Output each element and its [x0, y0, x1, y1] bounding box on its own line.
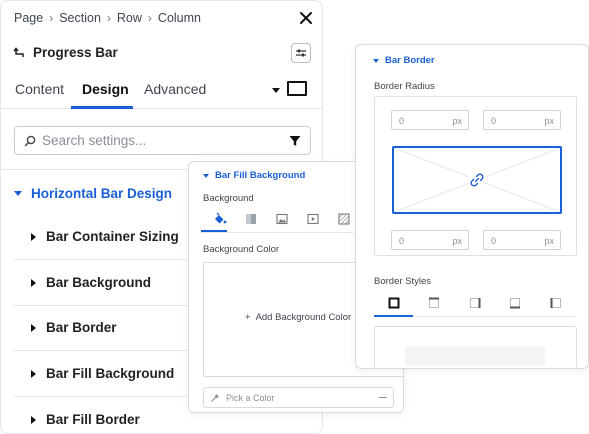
accordion-item-label: Bar Background: [46, 275, 152, 290]
caret-right-icon: [31, 233, 36, 241]
tab-content[interactable]: Content: [15, 81, 64, 97]
accordion-item-label: Bar Border: [46, 320, 117, 335]
search-icon: [24, 135, 36, 146]
bar-border-header[interactable]: Bar Border: [373, 55, 435, 66]
caret-right-icon: [31, 324, 36, 332]
background-color-label: Background Color: [203, 244, 280, 255]
caret-down-icon: [14, 191, 22, 196]
breadcrumb-column[interactable]: Column: [158, 11, 201, 25]
module-title-row: Progress Bar: [13, 45, 118, 60]
section-title: Horizontal Bar Design: [31, 186, 173, 201]
breadcrumb: Page › Section › Row › Column: [14, 11, 201, 25]
radius-bottom-left-input[interactable]: 0 px: [391, 230, 469, 250]
divider: [201, 232, 353, 233]
radius-bottom-right-input[interactable]: 0 px: [483, 230, 561, 250]
pick-color-field[interactable]: Pick a Color: [203, 387, 394, 408]
module-title: Progress Bar: [33, 45, 118, 60]
eyedropper-icon[interactable]: [210, 393, 220, 403]
adjust-settings-button[interactable]: [291, 43, 311, 63]
breadcrumb-section[interactable]: Section: [59, 11, 101, 25]
radius-top-right-input[interactable]: 0 px: [483, 110, 561, 130]
radius-value: 0: [491, 236, 497, 246]
accordion-item-label: Bar Container Sizing: [46, 229, 179, 244]
settings-tabs: Content Design Advanced: [1, 73, 322, 109]
radius-value: 0: [491, 116, 497, 126]
tab-design[interactable]: Design: [82, 81, 129, 97]
desktop-view-icon[interactable]: [287, 81, 307, 96]
pick-color-input[interactable]: Pick a Color: [226, 393, 275, 403]
caret-down-icon[interactable]: [272, 88, 280, 93]
close-icon[interactable]: [298, 10, 314, 26]
radius-unit: px: [452, 116, 462, 126]
chevron-right-icon: ›: [147, 11, 152, 25]
border-styles-label: Border Styles: [374, 276, 432, 287]
panel-title: Bar Border: [385, 55, 435, 66]
plus-icon: +: [245, 312, 251, 323]
panel-title: Bar Fill Background: [215, 170, 306, 181]
radius-top-left-input[interactable]: 0 px: [391, 110, 469, 130]
bar-fill-background-header[interactable]: Bar Fill Background: [203, 170, 305, 181]
caret-right-icon: [31, 416, 36, 424]
accordion-item-label: Bar Fill Border: [46, 412, 140, 427]
tab-advanced[interactable]: Advanced: [144, 81, 206, 97]
active-tab-indicator: [71, 106, 133, 109]
back-arrow-icon[interactable]: [13, 46, 25, 59]
filter-icon[interactable]: [289, 135, 301, 147]
radius-value: 0: [399, 236, 405, 246]
border-style-placeholder: [405, 346, 545, 366]
caret-down-icon: [373, 58, 379, 63]
paint-bucket-icon[interactable]: [213, 212, 227, 226]
all-sides-icon[interactable]: [388, 297, 400, 309]
left-side-icon[interactable]: [550, 297, 562, 309]
border-radius-control: 0 px 0 px 0 px 0 px: [374, 96, 577, 256]
bar-border-panel: Bar Border Border Radius 0 px 0 px 0 px: [355, 44, 589, 369]
radius-unit: px: [452, 236, 462, 246]
breadcrumb-page[interactable]: Page: [14, 11, 43, 25]
top-side-icon[interactable]: [428, 297, 440, 309]
caret-down-icon: [203, 173, 209, 178]
right-side-icon[interactable]: [469, 297, 481, 309]
bottom-side-icon[interactable]: [509, 297, 521, 309]
search-input[interactable]: Search settings...: [42, 133, 146, 148]
radius-link-box: [392, 146, 562, 214]
caret-right-icon: [31, 370, 36, 378]
radius-unit: px: [544, 236, 554, 246]
border-style-side-tabs: [374, 293, 575, 317]
background-label: Background: [203, 193, 254, 204]
chevron-right-icon: ›: [106, 11, 111, 25]
video-icon[interactable]: [306, 212, 320, 226]
minus-icon[interactable]: [379, 397, 387, 398]
chevron-right-icon: ›: [49, 11, 54, 25]
gradient-icon[interactable]: [244, 212, 258, 226]
search-settings-field[interactable]: Search settings...: [14, 126, 311, 155]
radius-unit: px: [544, 116, 554, 126]
image-icon[interactable]: [275, 212, 289, 226]
active-side-indicator: [374, 315, 413, 317]
radius-value: 0: [399, 116, 405, 126]
add-background-color-button[interactable]: + Add Background Color: [245, 312, 351, 323]
link-icon[interactable]: [469, 172, 485, 188]
add-background-color-label: Add Background Color: [255, 312, 352, 323]
accordion-item-label: Bar Fill Background: [46, 366, 175, 381]
section-horizontal-bar-design[interactable]: Horizontal Bar Design: [14, 186, 172, 201]
background-type-tabs: [201, 210, 359, 232]
border-radius-label: Border Radius: [374, 81, 435, 92]
border-style-options: [374, 326, 577, 368]
caret-right-icon: [31, 279, 36, 287]
sliders-icon: [296, 49, 306, 57]
breadcrumb-row[interactable]: Row: [117, 11, 142, 25]
pattern-icon[interactable]: [337, 212, 351, 226]
